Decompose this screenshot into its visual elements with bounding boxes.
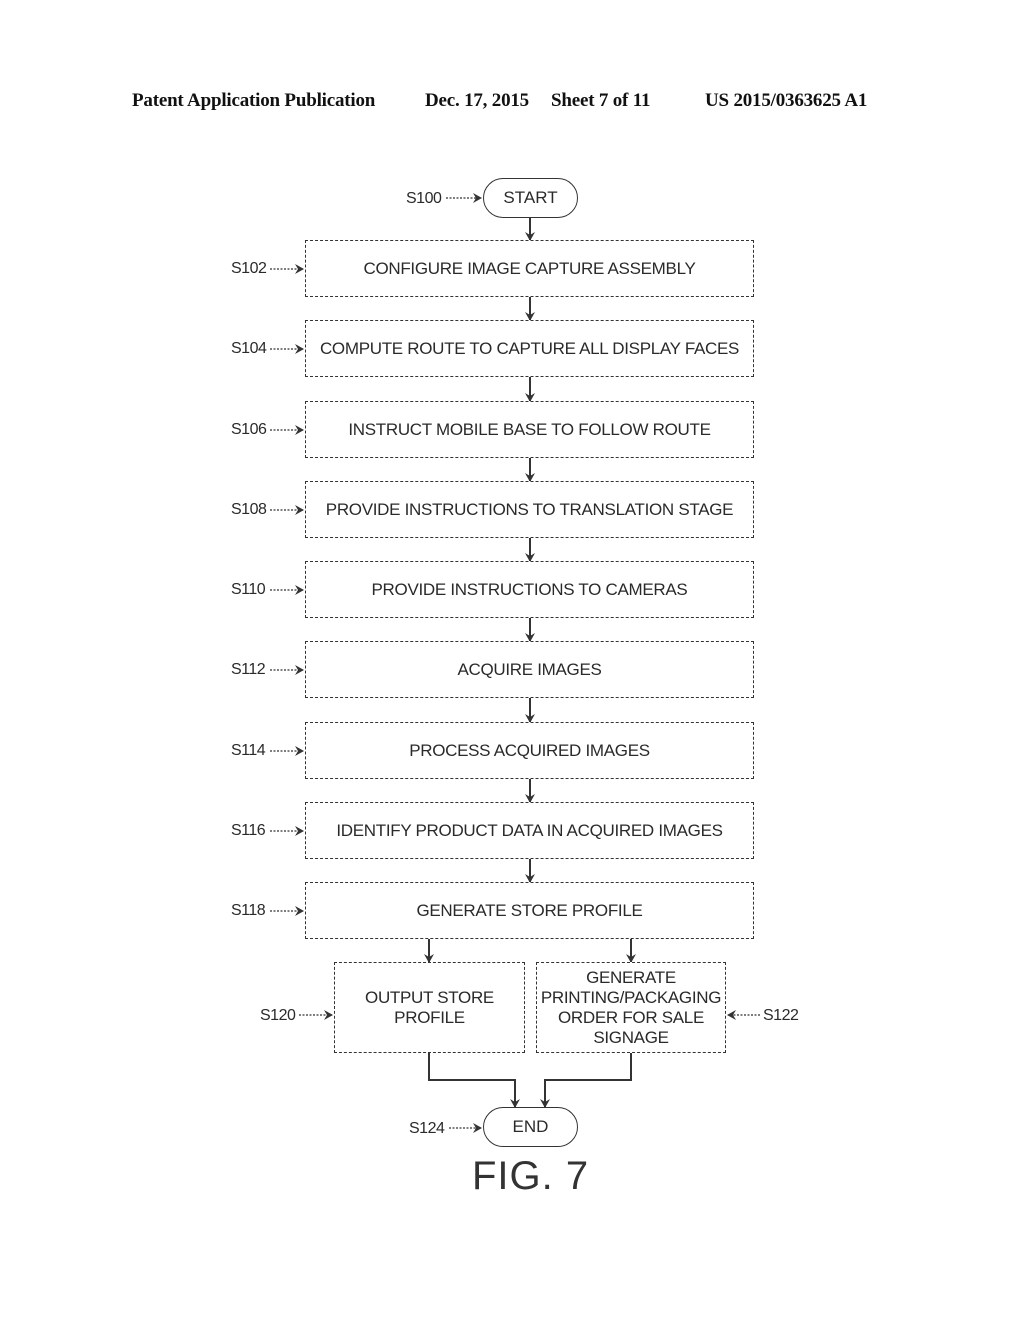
step-text: GENERATE STORE PROFILE <box>416 900 643 920</box>
step-text-line: GENERATE <box>586 967 676 987</box>
step-text-line: PROFILE <box>394 1007 465 1027</box>
step-text: INSTRUCT MOBILE BASE TO FOLLOW ROUTE <box>348 419 711 439</box>
step-text-line: ORDER FOR SALE <box>558 1007 704 1027</box>
step-box-s104: COMPUTE ROUTE TO CAPTURE ALL DISPLAY FAC… <box>305 320 754 377</box>
step-text: PROVIDE INSTRUCTIONS TO TRANSLATION STAG… <box>325 499 734 519</box>
ref-s122: S122 <box>763 1007 799 1024</box>
step-text: PROVIDE INSTRUCTIONS TO CAMERAS <box>371 579 688 599</box>
step-box-output-store-profile: OUTPUT STORE PROFILE <box>334 962 525 1053</box>
step-text: PROCESS ACQUIRED IMAGES <box>409 740 650 760</box>
ref-s118: S118 <box>231 902 266 919</box>
ref-s102: S102 <box>231 260 267 277</box>
start-terminal: START <box>483 178 578 218</box>
ref-end: S124 <box>409 1120 445 1137</box>
ref-s120: S120 <box>260 1007 296 1024</box>
step-box-s118: GENERATE STORE PROFILE <box>305 882 754 939</box>
step-text: ACQUIRE IMAGES <box>457 659 602 679</box>
step-box-s112: ACQUIRE IMAGES <box>305 641 754 698</box>
ref-s112: S112 <box>231 661 266 678</box>
ref-s104: S104 <box>231 340 267 357</box>
step-text-line: SIGNAGE <box>593 1027 669 1047</box>
step-box-s110: PROVIDE INSTRUCTIONS TO CAMERAS <box>305 561 754 618</box>
ref-s114: S114 <box>231 742 266 759</box>
ref-s110: S110 <box>231 581 266 598</box>
step-box-s116: IDENTIFY PRODUCT DATA IN ACQUIRED IMAGES <box>305 802 754 859</box>
step-text-line: PRINTING/PACKAGING <box>540 987 722 1007</box>
step-box-generate-printing-order: GENERATE PRINTING/PACKAGING ORDER FOR SA… <box>536 962 726 1053</box>
step-text: IDENTIFY PRODUCT DATA IN ACQUIRED IMAGES <box>336 820 723 840</box>
figure-label: FIG. 7 <box>472 1154 590 1198</box>
step-text: COMPUTE ROUTE TO CAPTURE ALL DISPLAY FAC… <box>319 338 740 358</box>
flow-arrow <box>540 1053 632 1108</box>
ref-start: S100 <box>406 190 442 207</box>
step-text-line: OUTPUT STORE <box>365 987 494 1007</box>
end-terminal: END <box>483 1107 578 1147</box>
ref-s116: S116 <box>231 822 266 839</box>
step-text: CONFIGURE IMAGE CAPTURE ASSEMBLY <box>363 258 696 278</box>
step-box-s108: PROVIDE INSTRUCTIONS TO TRANSLATION STAG… <box>305 481 754 538</box>
ref-s106: S106 <box>231 421 267 438</box>
step-box-s106: INSTRUCT MOBILE BASE TO FOLLOW ROUTE <box>305 401 754 458</box>
ref-s108: S108 <box>231 501 267 518</box>
flow-arrow <box>428 1053 520 1108</box>
step-box-s114: PROCESS ACQUIRED IMAGES <box>305 722 754 779</box>
step-box-s102: CONFIGURE IMAGE CAPTURE ASSEMBLY <box>305 240 754 297</box>
